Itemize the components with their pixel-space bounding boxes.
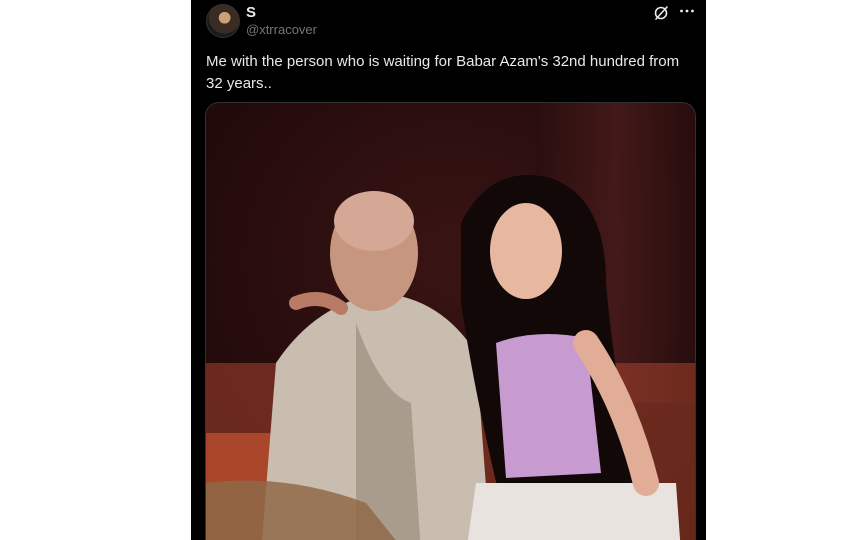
photo-illustration xyxy=(206,103,695,540)
more-options-icon[interactable] xyxy=(678,2,696,20)
tweet-card[interactable]: S @xtrracover Me with the person who is … xyxy=(191,0,706,540)
profile-avatar[interactable] xyxy=(206,4,240,38)
author-handle[interactable]: @xtrracover xyxy=(246,22,317,38)
tweet-text: Me with the person who is waiting for Ba… xyxy=(206,53,680,92)
grok-icon[interactable] xyxy=(653,5,669,21)
author-display-name[interactable]: S xyxy=(246,4,256,22)
tweet-photo[interactable] xyxy=(205,102,696,540)
